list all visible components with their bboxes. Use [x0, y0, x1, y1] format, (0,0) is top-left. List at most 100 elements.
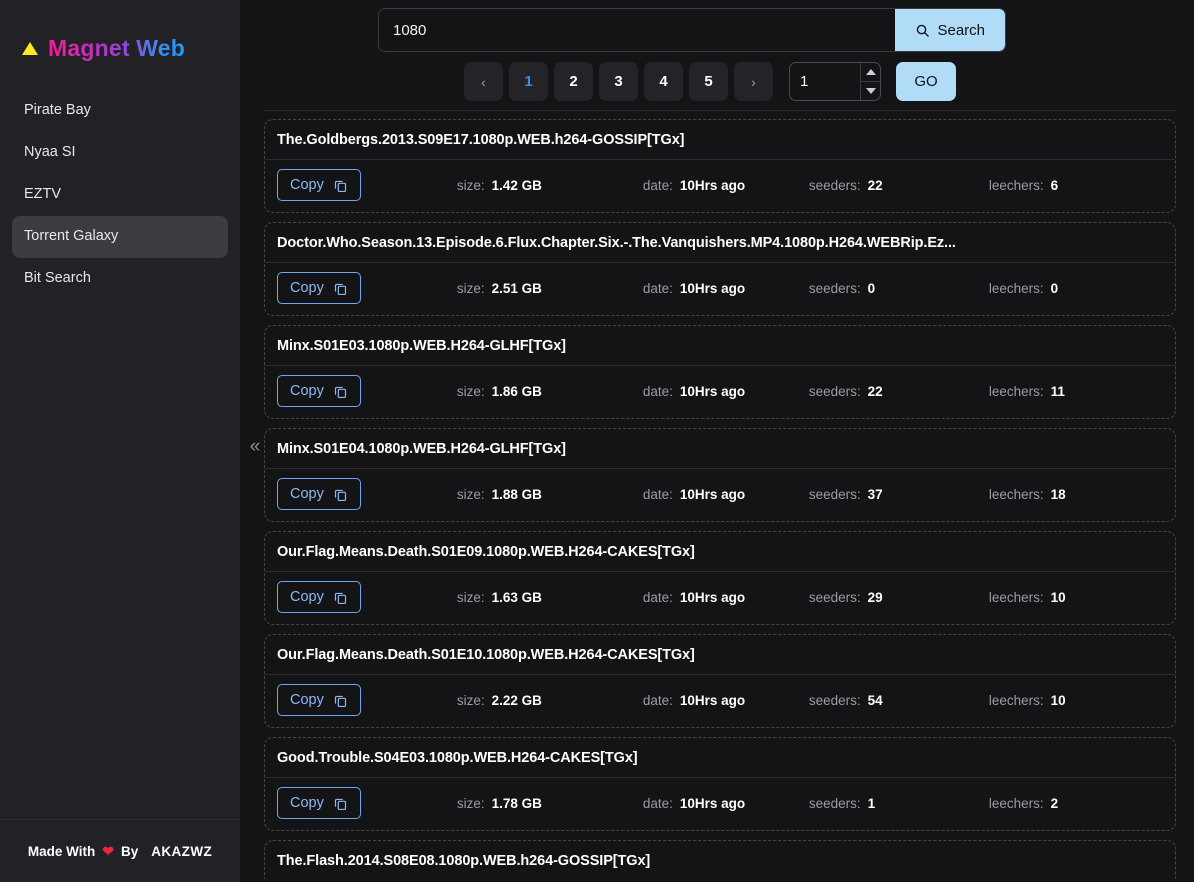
- result-card[interactable]: Doctor.Who.Season.13.Episode.6.Flux.Chap…: [264, 222, 1176, 316]
- go-button[interactable]: GO: [896, 62, 956, 101]
- seeders-label: seeders:: [808, 280, 861, 296]
- seeders-value: 54: [867, 692, 883, 708]
- leechers-label: leechers:: [988, 383, 1044, 399]
- leechers-label: leechers:: [988, 177, 1044, 193]
- date-label: date:: [642, 486, 673, 502]
- result-body: Copy size: 2.51 GB date: 10Hrs ago seede…: [265, 263, 1175, 315]
- result-card[interactable]: Our.Flag.Means.Death.S01E09.1080p.WEB.H2…: [264, 531, 1176, 625]
- copy-button-label: Copy: [290, 589, 324, 605]
- pagination-page-2[interactable]: 2: [554, 62, 593, 101]
- size-label: size:: [456, 280, 485, 296]
- result-card[interactable]: Minx.S01E04.1080p.WEB.H264-GLHF[TGx] Cop…: [264, 428, 1176, 522]
- seeders-value: 29: [867, 589, 883, 605]
- sidebar-item-torrent-galaxy[interactable]: Torrent Galaxy: [12, 215, 228, 258]
- app-title: Magnet Web: [48, 34, 186, 61]
- result-seeders: seeders: 0: [809, 281, 989, 296]
- leechers-value: 2: [1050, 795, 1059, 811]
- result-size: size: 1.42 GB: [457, 178, 643, 193]
- seeders-label: seeders:: [808, 486, 861, 502]
- pagination-prev-button[interactable]: ‹: [464, 62, 503, 101]
- seeders-value: 22: [867, 177, 883, 193]
- size-value: 1.86 GB: [491, 383, 542, 399]
- seeders-label: seeders:: [808, 692, 861, 708]
- app-logo[interactable]: Magnet Web: [0, 0, 240, 66]
- date-label: date:: [642, 177, 673, 193]
- search-bar: Search: [378, 8, 1006, 52]
- date-value: 10Hrs ago: [679, 177, 746, 193]
- sidebar-item-nyaa-si[interactable]: Nyaa SI: [12, 132, 228, 174]
- date-label: date:: [642, 280, 673, 296]
- result-card[interactable]: The.Flash.2014.S08E08.1080p.WEB.h264-GOS…: [264, 840, 1176, 879]
- result-card[interactable]: Our.Flag.Means.Death.S01E10.1080p.WEB.H2…: [264, 634, 1176, 728]
- copy-button-label: Copy: [290, 177, 324, 193]
- result-card[interactable]: Minx.S01E03.1080p.WEB.H264-GLHF[TGx] Cop…: [264, 325, 1176, 419]
- seeders-label: seeders:: [808, 177, 861, 193]
- result-date: date: 10Hrs ago: [643, 487, 809, 502]
- result-body: Copy size: 1.63 GB date: 10Hrs ago seede…: [265, 572, 1175, 624]
- sidebar-item-pirate-bay[interactable]: Pirate Bay: [12, 90, 228, 132]
- sidebar-item-bit-search[interactable]: Bit Search: [12, 258, 228, 300]
- sidebar-item-eztv[interactable]: EZTV: [12, 174, 228, 216]
- result-leechers: leechers: 11: [989, 384, 1163, 399]
- search-button-label: Search: [937, 21, 985, 39]
- date-value: 10Hrs ago: [679, 280, 746, 296]
- main-content: « Search ‹ 1 2 3 4: [240, 0, 1194, 882]
- sidebar-item-label: Torrent Galaxy: [24, 227, 119, 244]
- result-card[interactable]: The.Goldbergs.2013.S09E17.1080p.WEB.h264…: [264, 119, 1176, 213]
- copy-button-label: Copy: [290, 692, 324, 708]
- result-size: size: 2.51 GB: [457, 281, 643, 296]
- leechers-label: leechers:: [988, 486, 1044, 502]
- date-label: date:: [642, 795, 673, 811]
- pagination-page-3[interactable]: 3: [599, 62, 638, 101]
- sidebar-item-label: Nyaa SI: [24, 143, 76, 160]
- copy-magnet-button[interactable]: Copy: [277, 787, 361, 819]
- result-seeders: seeders: 22: [809, 384, 989, 399]
- result-body: Copy size: 1.86 GB date: 10Hrs ago seede…: [265, 366, 1175, 418]
- result-title: Minx.S01E03.1080p.WEB.H264-GLHF[TGx]: [265, 326, 1175, 366]
- by-label: By: [120, 843, 139, 859]
- seeders-value: 0: [867, 280, 876, 296]
- spinner-down-icon[interactable]: [861, 82, 880, 101]
- sidebar-item-label: Pirate Bay: [24, 102, 91, 118]
- search-icon: [915, 23, 930, 38]
- result-leechers: leechers: 6: [989, 178, 1163, 193]
- page-number-input[interactable]: [790, 63, 860, 100]
- pagination-page-1[interactable]: 1: [509, 62, 548, 101]
- seeders-value: 37: [867, 486, 883, 502]
- result-date: date: 10Hrs ago: [643, 590, 809, 605]
- copy-magnet-button[interactable]: Copy: [277, 272, 361, 304]
- pagination-page-4[interactable]: 4: [644, 62, 683, 101]
- result-leechers: leechers: 18: [989, 487, 1163, 502]
- copy-icon: [333, 590, 348, 605]
- pagination: ‹ 1 2 3 4 5 › GO: [378, 62, 1170, 101]
- leechers-label: leechers:: [988, 280, 1044, 296]
- leechers-value: 0: [1050, 280, 1059, 296]
- pagination-next-button[interactable]: ›: [734, 62, 773, 101]
- search-button[interactable]: Search: [895, 9, 1005, 51]
- result-card[interactable]: Good.Trouble.S04E03.1080p.WEB.H264-CAKES…: [264, 737, 1176, 831]
- result-size: size: 1.88 GB: [457, 487, 643, 502]
- date-label: date:: [642, 692, 673, 708]
- sidebar-collapse-icon[interactable]: «: [244, 432, 266, 462]
- copy-magnet-button[interactable]: Copy: [277, 684, 361, 716]
- copy-magnet-button[interactable]: Copy: [277, 478, 361, 510]
- copy-button-label: Copy: [290, 486, 324, 502]
- copy-magnet-button[interactable]: Copy: [277, 169, 361, 201]
- page-number-stepper: [789, 62, 881, 101]
- made-with-label: Made With: [27, 843, 96, 859]
- leechers-value: 10: [1050, 692, 1066, 708]
- result-title: Our.Flag.Means.Death.S01E09.1080p.WEB.H2…: [265, 532, 1175, 572]
- leechers-value: 18: [1050, 486, 1066, 502]
- date-label: date:: [642, 589, 673, 605]
- copy-magnet-button[interactable]: Copy: [277, 581, 361, 613]
- spinner-up-icon[interactable]: [861, 63, 880, 82]
- copy-magnet-button[interactable]: Copy: [277, 375, 361, 407]
- heart-icon: ❤: [102, 842, 114, 859]
- result-seeders: seeders: 29: [809, 590, 989, 605]
- search-input[interactable]: [379, 9, 896, 51]
- leechers-value: 11: [1050, 383, 1065, 399]
- sidebar-item-label: EZTV: [24, 185, 62, 202]
- sidebar: Magnet Web Pirate Bay Nyaa SI EZTV Torre…: [0, 0, 240, 882]
- pagination-page-5[interactable]: 5: [689, 62, 728, 101]
- date-value: 10Hrs ago: [679, 692, 746, 708]
